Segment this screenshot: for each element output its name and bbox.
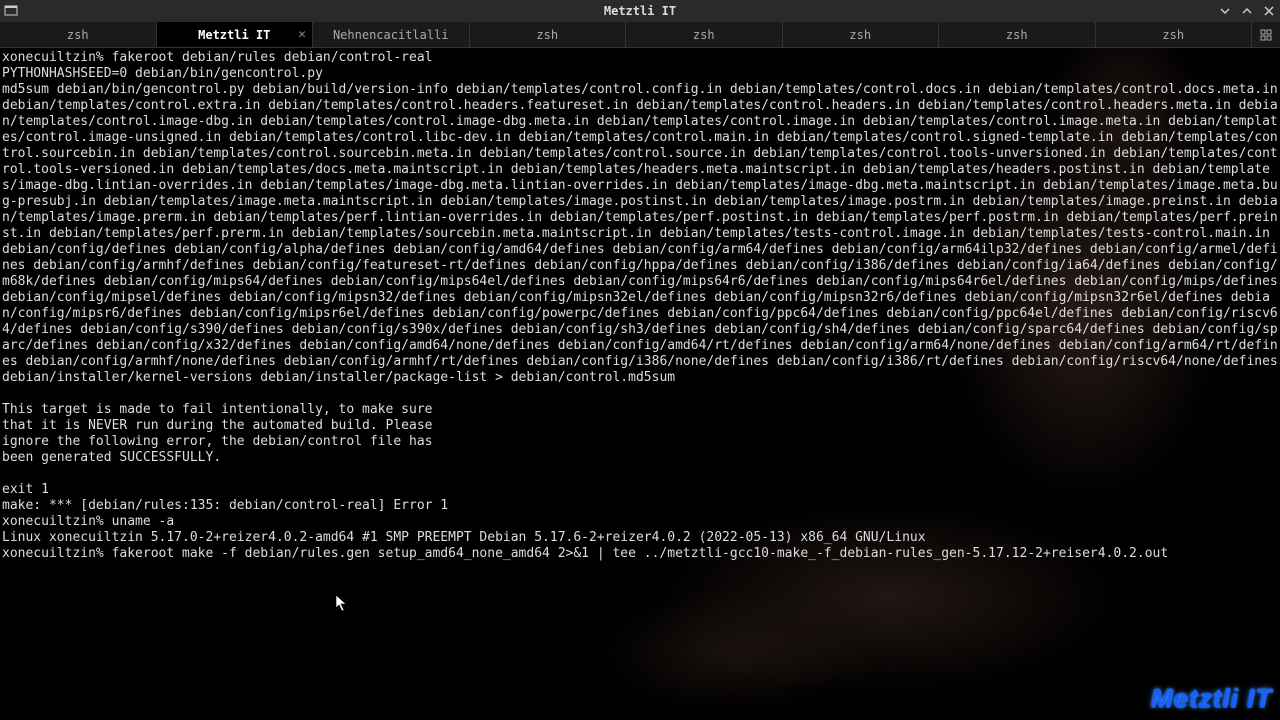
window-controls (1214, 0, 1280, 22)
tab-zsh-5[interactable]: zsh (939, 22, 1096, 47)
tab-label: zsh (849, 28, 871, 42)
tab-metztli-it[interactable]: Metztli IT ✕ (157, 22, 314, 47)
tab-label: Nehnencacitlalli (333, 28, 449, 42)
terminal-output: xonecuiltzin% fakeroot debian/rules debi… (0, 48, 1280, 564)
tab-zsh-6[interactable]: zsh (1096, 22, 1253, 47)
minimize-button[interactable] (1214, 0, 1236, 22)
maximize-button[interactable] (1236, 0, 1258, 22)
mouse-cursor-icon (335, 594, 349, 616)
tab-close-icon[interactable]: ✕ (298, 27, 306, 42)
close-button[interactable] (1258, 0, 1280, 22)
tab-label: zsh (1162, 28, 1184, 42)
tab-nehnencacitlalli[interactable]: Nehnencacitlalli (313, 22, 470, 47)
tab-label: zsh (1006, 28, 1028, 42)
tab-label: Metztli IT (198, 28, 270, 42)
tab-zsh-4[interactable]: zsh (783, 22, 940, 47)
terminal-viewport[interactable]: xonecuiltzin% fakeroot debian/rules debi… (0, 48, 1280, 720)
watermark-logo: Metztli IT (1151, 683, 1272, 714)
tab-label: zsh (67, 28, 89, 42)
tab-zsh-2[interactable]: zsh (470, 22, 627, 47)
tab-label: zsh (693, 28, 715, 42)
app-icon (0, 4, 22, 18)
window-titlebar: Metztli IT (0, 0, 1280, 22)
tab-zsh-1[interactable]: zsh (0, 22, 157, 47)
tab-zsh-3[interactable]: zsh (626, 22, 783, 47)
tab-overview-button[interactable] (1252, 22, 1280, 47)
tab-bar: zsh Metztli IT ✕ Nehnencacitlalli zsh zs… (0, 22, 1280, 48)
window-title: Metztli IT (604, 4, 676, 18)
tab-label: zsh (536, 28, 558, 42)
